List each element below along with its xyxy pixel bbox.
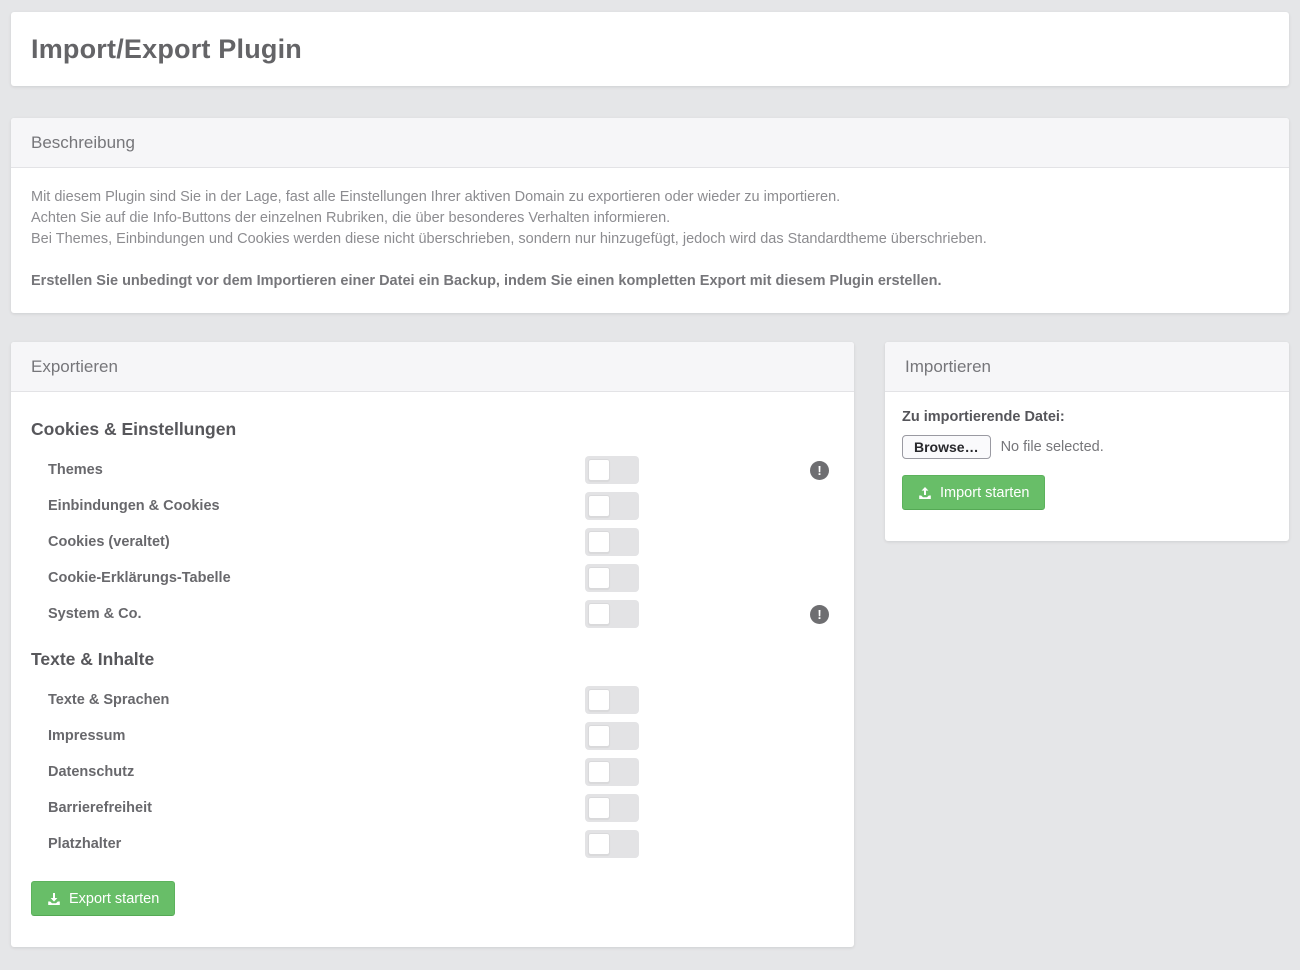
toggle-switch-themes[interactable]: [585, 456, 639, 484]
toggle-knob: [588, 761, 610, 783]
toggle-knob: [588, 833, 610, 855]
browse-button[interactable]: Browse…: [902, 435, 991, 459]
toggle-switch-barrierefreiheit[interactable]: [585, 794, 639, 822]
description-panel: Beschreibung Mit diesem Plugin sind Sie …: [11, 118, 1289, 313]
import-start-button-label: Import starten: [940, 485, 1029, 501]
section-heading-cookies-einstellungen: Cookies & Einstellungen: [31, 416, 829, 442]
toggle-switch-impressum[interactable]: [585, 722, 639, 750]
import-file-label: Zu importierende Datei:: [902, 409, 1269, 426]
export-panel-body: Cookies & Einstellungen Themes ! Einbind…: [11, 416, 854, 947]
description-line: Bei Themes, Einbindungen und Cookies wer…: [31, 229, 1269, 250]
description-panel-header: Beschreibung: [11, 118, 1289, 168]
export-panel-header: Exportieren: [11, 342, 854, 392]
row-label: Cookies (veraltet): [48, 534, 585, 550]
row-label: Impressum: [48, 728, 585, 744]
import-panel-header: Importieren: [885, 342, 1289, 392]
export-start-button-label: Export starten: [69, 891, 159, 907]
export-panel: Exportieren Cookies & Einstellungen Them…: [11, 342, 854, 947]
toggle-knob: [588, 495, 610, 517]
row-label: Barrierefreiheit: [48, 800, 585, 816]
export-start-button[interactable]: Export starten: [31, 881, 175, 916]
toggle-row-impressum: Impressum: [31, 718, 829, 754]
file-input-status: No file selected.: [1001, 439, 1104, 455]
toggle-row-themes: Themes !: [31, 452, 829, 488]
import-start-button[interactable]: Import starten: [902, 475, 1045, 510]
row-label: System & Co.: [48, 606, 585, 622]
toggle-knob: [588, 603, 610, 625]
section-heading-texte-inhalte: Texte & Inhalte: [31, 646, 829, 672]
row-label: Texte & Sprachen: [48, 692, 585, 708]
import-panel-body: Zu importierende Datei: Browse… No file …: [885, 392, 1289, 541]
toggle-switch-system-co[interactable]: [585, 600, 639, 628]
description-body: Mit diesem Plugin sind Sie in der Lage, …: [11, 168, 1289, 313]
toggle-row-einbindungen-cookies: Einbindungen & Cookies: [31, 488, 829, 524]
toggle-row-system-co: System & Co. !: [31, 596, 829, 632]
toggle-row-cookies-veraltet: Cookies (veraltet): [31, 524, 829, 560]
toggle-knob: [588, 725, 610, 747]
toggle-switch-einbindungen-cookies[interactable]: [585, 492, 639, 520]
page-title: Import/Export Plugin: [31, 34, 302, 65]
toggle-knob: [588, 797, 610, 819]
export-panel-title: Exportieren: [31, 357, 118, 377]
toggle-row-cookie-erklaerungs-tabelle: Cookie-Erklärungs-Tabelle: [31, 560, 829, 596]
toggle-knob: [588, 459, 610, 481]
upload-icon: [918, 486, 932, 500]
row-label: Datenschutz: [48, 764, 585, 780]
toggle-row-datenschutz: Datenschutz: [31, 754, 829, 790]
toggle-switch-platzhalter[interactable]: [585, 830, 639, 858]
toggle-knob: [588, 531, 610, 553]
row-label: Einbindungen & Cookies: [48, 498, 585, 514]
import-panel: Importieren Zu importierende Datei: Brow…: [885, 342, 1289, 541]
row-label: Platzhalter: [48, 836, 585, 852]
toggle-knob: [588, 689, 610, 711]
toggle-knob: [588, 567, 610, 589]
page: Import/Export Plugin Beschreibung Mit di…: [0, 0, 1300, 947]
description-panel-title: Beschreibung: [31, 133, 135, 153]
info-icon[interactable]: !: [810, 461, 829, 480]
row-label: Cookie-Erklärungs-Tabelle: [48, 570, 585, 586]
description-warning: Erstellen Sie unbedingt vor dem Importie…: [31, 271, 1269, 292]
row-label: Themes: [48, 462, 585, 478]
toggle-row-barrierefreiheit: Barrierefreiheit: [31, 790, 829, 826]
toggle-row-platzhalter: Platzhalter: [31, 826, 829, 862]
description-line: Achten Sie auf die Info-Buttons der einz…: [31, 208, 1269, 229]
page-title-bar: Import/Export Plugin: [11, 12, 1289, 86]
toggle-switch-cookie-erklaerungs-tabelle[interactable]: [585, 564, 639, 592]
description-line: Mit diesem Plugin sind Sie in der Lage, …: [31, 187, 1269, 208]
import-panel-title: Importieren: [905, 357, 991, 377]
download-icon: [47, 892, 61, 906]
panels-row: Exportieren Cookies & Einstellungen Them…: [11, 342, 1289, 947]
toggle-switch-datenschutz[interactable]: [585, 758, 639, 786]
toggle-switch-texte-sprachen[interactable]: [585, 686, 639, 714]
toggle-row-texte-sprachen: Texte & Sprachen: [31, 682, 829, 718]
file-input: Browse… No file selected.: [902, 435, 1269, 459]
info-icon[interactable]: !: [810, 605, 829, 624]
toggle-switch-cookies-veraltet[interactable]: [585, 528, 639, 556]
